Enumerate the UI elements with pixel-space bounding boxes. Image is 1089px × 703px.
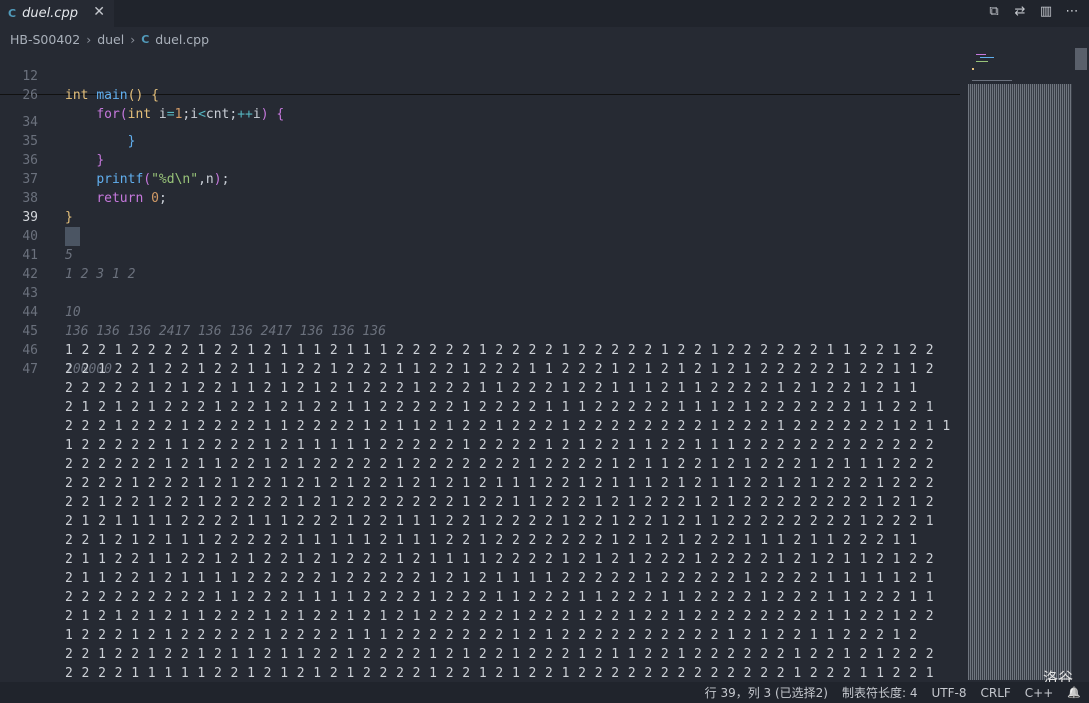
code-line[interactable]: 37 return 0; <box>0 151 166 206</box>
code-line[interactable]: 38 } <box>0 170 72 225</box>
code-text: int main() { <box>65 88 159 103</box>
code-line[interactable]: 44 136 136 136 2417 136 136 2417 136 136… <box>0 284 386 339</box>
breadcrumb-folder[interactable]: duel <box>97 32 124 47</box>
data-row: 2 1 1 2 2 1 1 2 2 1 2 1 2 2 1 2 1 2 2 2 … <box>65 552 935 567</box>
code-text: for(int i=1;i<cnt;++i) { <box>96 107 285 122</box>
code-text: } <box>65 210 73 225</box>
status-language[interactable]: C++ <box>1025 686 1054 700</box>
data-row: 2 1 2 1 1 1 1 2 2 2 2 1 1 1 2 2 2 1 2 2 … <box>65 514 935 529</box>
chevron-right-icon: › <box>86 31 92 47</box>
code-text: 136 136 136 2417 136 136 2417 136 136 13… <box>65 324 386 339</box>
cpp-file-icon: C <box>141 32 150 46</box>
code-line[interactable]: 40 5 <box>0 208 72 263</box>
compare-changes-icon[interactable]: ⇄ <box>1013 4 1027 19</box>
bell-icon[interactable]: 🔔 <box>1067 686 1081 699</box>
breadcrumb-root[interactable]: HB-S00402 <box>10 32 80 47</box>
minimap-code-preview <box>970 52 1012 82</box>
tab-bar: C duel.cpp ✕ ⧉ ⇄ ▥ ⋯ <box>0 0 1089 27</box>
data-row: 2 2 2 2 1 1 1 1 1 2 2 1 2 1 2 1 2 1 2 2 … <box>65 666 935 681</box>
code-text: } <box>127 134 136 149</box>
scrollbar-thumb[interactable] <box>1075 48 1087 70</box>
code-line-active[interactable]: 39 <box>0 189 80 246</box>
code-line[interactable]: 45 <box>0 303 38 339</box>
status-cursor-position[interactable]: 行 39，列 3 (已选择2) <box>705 684 828 701</box>
data-row: 1 2 2 2 1 2 1 2 2 2 2 2 1 2 2 2 2 1 1 1 … <box>65 628 918 643</box>
data-row: 1 2 2 1 2 2 2 2 1 2 2 1 2 1 1 1 2 1 1 1 … <box>65 343 935 358</box>
data-row: 2 2 2 2 2 2 1 2 1 1 2 2 1 2 1 2 2 2 2 2 … <box>65 457 935 472</box>
data-row: 2 2 1 2 2 1 2 2 1 2 2 2 2 2 1 2 1 2 2 2 … <box>65 495 935 510</box>
data-row: 2 2 1 2 2 1 2 2 1 2 2 1 1 1 2 2 1 2 2 2 … <box>65 362 935 377</box>
breadcrumb: HB-S00402 › duel › C duel.cpp <box>10 30 209 48</box>
code-line[interactable]: 46 100000 <box>0 322 112 377</box>
data-row: 2 2 1 2 2 1 2 2 1 2 1 1 2 1 1 2 2 1 2 2 … <box>65 647 935 662</box>
split-editor-icon[interactable]: ▥ <box>1039 4 1053 19</box>
code-text: } <box>96 153 105 168</box>
sticky-scroll-header[interactable]: 12 int main() { 26 for(int i=1;i<cnt;++i… <box>0 48 960 122</box>
status-tab-size[interactable]: 制表符长度: 4 <box>842 684 918 701</box>
data-row: 2 2 1 2 1 2 1 1 1 2 2 2 2 2 1 1 1 1 1 2 … <box>65 533 918 548</box>
data-row: 2 2 2 2 2 2 2 2 2 1 1 2 2 2 1 1 1 1 2 2 … <box>65 590 935 605</box>
data-row: 1 2 2 2 2 2 1 1 2 2 2 2 1 2 1 1 1 1 1 2 … <box>65 438 935 453</box>
code-text: return 0; <box>96 191 167 206</box>
code-line[interactable]: 43 10 <box>0 265 80 320</box>
code-editor[interactable]: 12 int main() { 26 for(int i=1;i<cnt;++i… <box>0 48 962 682</box>
code-line[interactable]: 42 <box>0 246 38 282</box>
minimap-data-block <box>968 84 1072 680</box>
data-row: 2 2 2 1 2 2 2 1 2 2 2 2 1 1 2 2 2 2 1 2 … <box>65 419 951 434</box>
code-text: 10 <box>65 305 81 320</box>
open-preview-icon[interactable]: ⧉ <box>987 4 1001 19</box>
editor-actions: ⧉ ⇄ ▥ ⋯ <box>987 4 1079 19</box>
close-icon[interactable]: ✕ <box>93 4 105 20</box>
code-text: printf("%d\n",n); <box>96 172 230 187</box>
sticky-line[interactable]: 12 int main() { <box>0 48 159 103</box>
code-line[interactable]: 41 1 2 3 1 2 <box>0 227 135 282</box>
code-line[interactable]: 47 <box>0 341 38 377</box>
line-number: 26 <box>22 88 38 103</box>
sticky-line[interactable]: 26 for(int i=1;i<cnt;++i) { <box>0 67 284 122</box>
data-row: 2 1 2 1 2 1 2 2 2 1 2 2 1 2 1 2 2 1 1 2 … <box>65 400 935 415</box>
data-row: 2 1 1 2 2 1 2 1 1 1 1 2 2 2 2 2 1 2 2 2 … <box>65 571 935 586</box>
tab-filename: duel.cpp <box>22 6 78 21</box>
status-eol[interactable]: CRLF <box>980 686 1010 700</box>
selection-highlight <box>65 227 80 246</box>
data-row: 2 2 2 2 2 1 2 1 2 2 1 1 2 1 2 1 2 1 2 2 … <box>65 381 918 396</box>
chevron-right-icon: › <box>130 31 136 47</box>
editor-tab-duel-cpp[interactable]: C duel.cpp ✕ <box>0 0 114 27</box>
status-bar: 行 39，列 3 (已选择2) 制表符长度: 4 UTF-8 CRLF C++ … <box>0 682 1089 703</box>
code-text: 5 <box>65 248 73 263</box>
code-text: 1 2 3 1 2 <box>65 267 136 282</box>
status-encoding[interactable]: UTF-8 <box>932 686 967 700</box>
minimap[interactable] <box>966 48 1074 682</box>
data-row: 2 2 2 2 1 2 2 2 1 2 1 2 2 1 2 1 2 1 2 2 … <box>65 476 935 491</box>
more-actions-icon[interactable]: ⋯ <box>1065 4 1079 19</box>
data-row: 2 1 2 1 2 1 2 1 1 2 2 2 1 2 1 2 2 1 2 1 … <box>65 609 935 624</box>
breadcrumb-file[interactable]: duel.cpp <box>155 32 209 47</box>
cpp-file-icon: C <box>8 7 17 20</box>
line-number: 47 <box>22 362 38 377</box>
